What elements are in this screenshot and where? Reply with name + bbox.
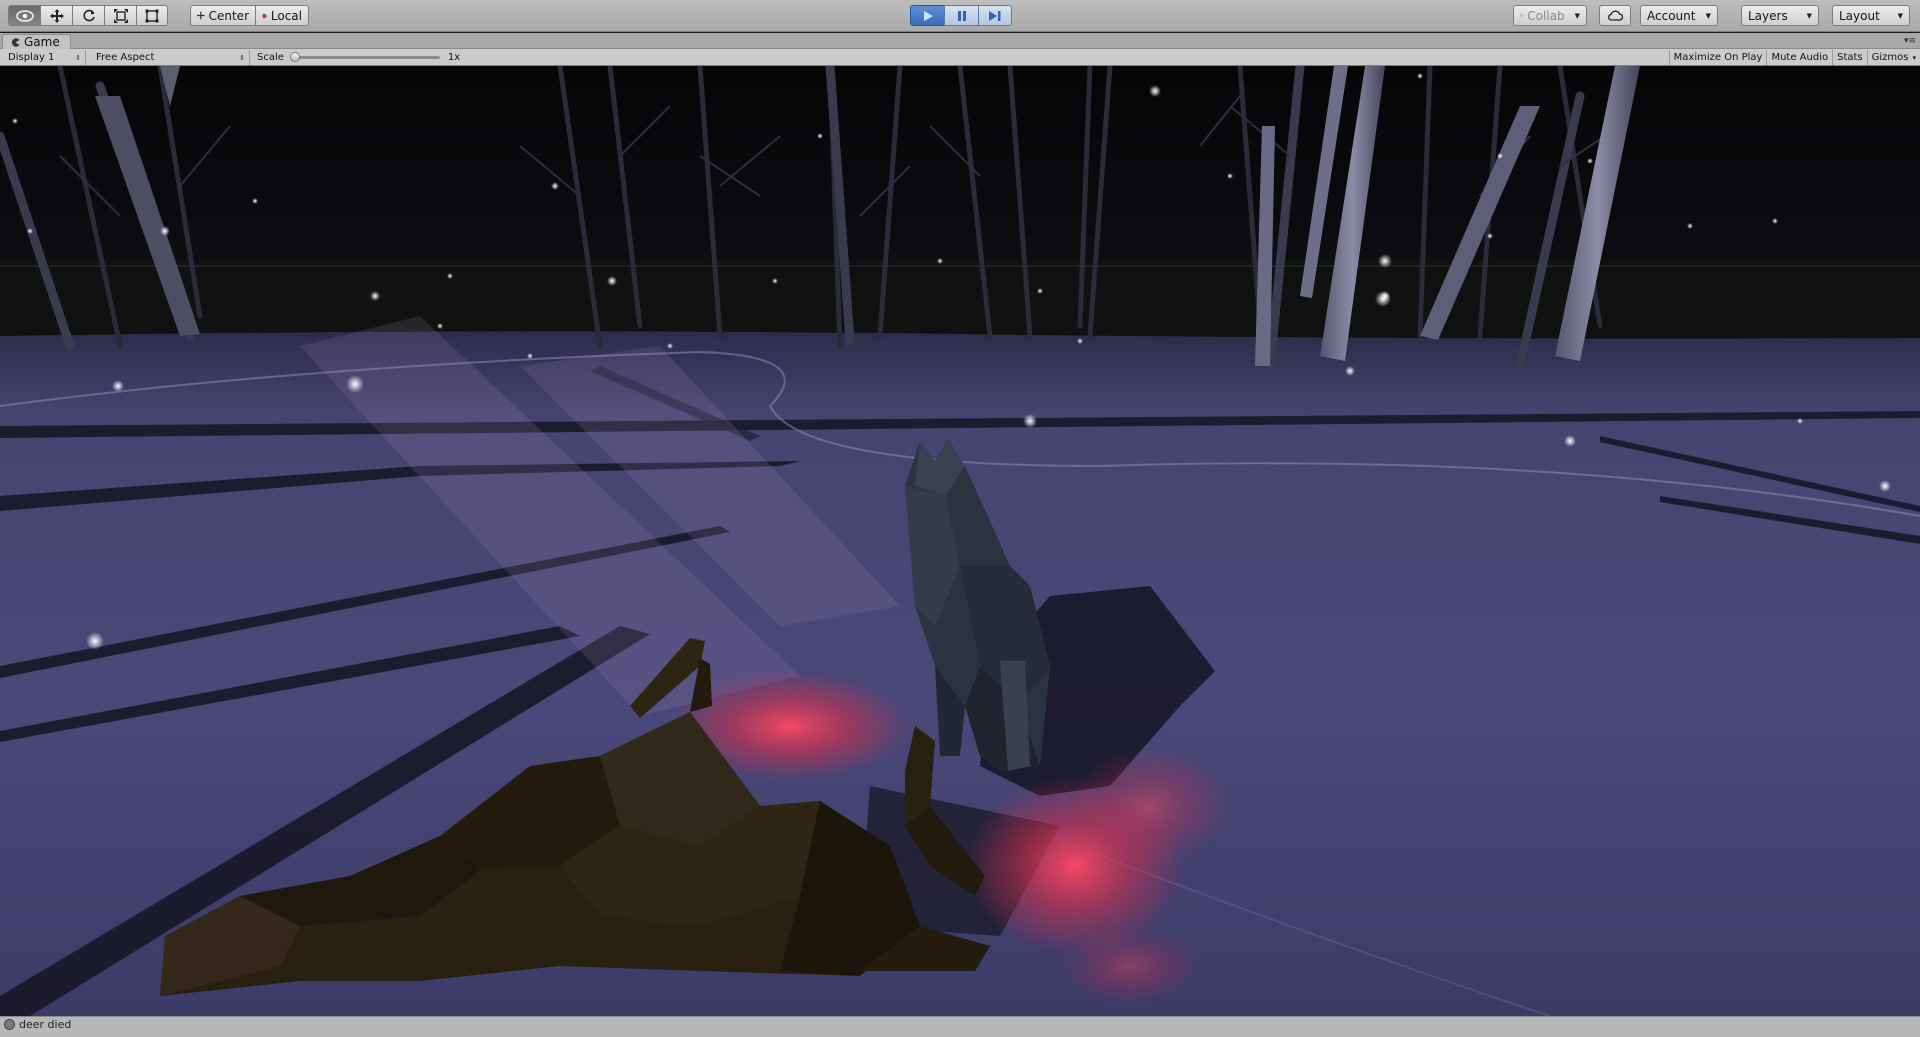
- play-button[interactable]: [910, 5, 944, 26]
- layers-group: Layers ▼: [1741, 5, 1819, 26]
- rect-tool-button[interactable]: [136, 5, 168, 26]
- game-tab-bar: Game ▾≡: [0, 33, 1920, 49]
- layout-group: Layout ▼: [1832, 5, 1910, 26]
- scale-slider[interactable]: [289, 52, 440, 62]
- playback-controls: [910, 5, 1012, 26]
- space-local-label: Local: [270, 8, 302, 23]
- aspect-label: Free Aspect: [96, 52, 155, 63]
- mute-audio-toggle[interactable]: Mute Audio: [1766, 50, 1832, 65]
- chevron-down-icon: ▾: [1912, 53, 1916, 62]
- pause-button[interactable]: [944, 5, 978, 26]
- tab-game[interactable]: Game: [2, 34, 71, 49]
- layout-dropdown[interactable]: Layout ▼: [1832, 5, 1910, 26]
- tab-game-label: Game: [24, 35, 60, 49]
- move-tool-button[interactable]: [40, 5, 72, 26]
- check-circle-icon: [1520, 13, 1524, 18]
- eye-icon: [15, 9, 34, 22]
- scale-tool-button[interactable]: [104, 5, 136, 26]
- cloud-icon: [1608, 10, 1623, 21]
- display-dropdown[interactable]: Display 1 ⇕: [4, 50, 86, 65]
- pivot-toggles: Center Local: [190, 5, 309, 26]
- pause-icon: [957, 10, 966, 21]
- display-label: Display 1: [8, 52, 55, 63]
- status-message: deer died: [19, 1018, 72, 1031]
- move-icon: [49, 8, 64, 23]
- play-icon: [923, 10, 933, 21]
- main-toolbar: Center Local Collab ▼ Account ▼ Layers ▼…: [0, 0, 1920, 32]
- scale-value: 1x: [447, 52, 461, 63]
- cloud-button[interactable]: [1599, 5, 1631, 26]
- layout-label: Layout: [1839, 8, 1880, 23]
- game-view-controls: Display 1 ⇕ Free Aspect ⇕ Scale 1x Maxim…: [0, 49, 1920, 66]
- chevron-down-icon: ▼: [1806, 11, 1812, 20]
- updown-arrow-icon: ⇕: [75, 53, 81, 62]
- cloud-group: [1599, 5, 1631, 26]
- space-local-button[interactable]: Local: [255, 5, 309, 26]
- scale-label: Scale: [257, 52, 284, 63]
- stats-toggle[interactable]: Stats: [1832, 50, 1867, 65]
- view-tool-button[interactable]: [8, 5, 40, 26]
- gizmos-dropdown[interactable]: Gizmos ▾: [1866, 50, 1920, 65]
- transform-tools: [8, 5, 168, 26]
- maximize-on-play-toggle[interactable]: Maximize On Play: [1668, 50, 1767, 65]
- scale-slider-thumb[interactable]: [289, 52, 300, 62]
- rotate-icon: [82, 9, 95, 21]
- layers-dropdown[interactable]: Layers ▼: [1741, 5, 1819, 26]
- scale-icon: [113, 8, 128, 23]
- game-view-toggles: Maximize On Play Mute Audio Stats Gizmos…: [1668, 50, 1920, 65]
- info-icon: [4, 1019, 15, 1030]
- pivot-icon: [197, 11, 205, 20]
- pacman-game-icon: [11, 37, 20, 47]
- gizmos-label: Gizmos: [1871, 52, 1909, 63]
- aspect-dropdown[interactable]: Free Aspect ⇕: [92, 50, 250, 65]
- account-group: Account ▼: [1640, 5, 1718, 26]
- rect-transform-icon: [145, 9, 159, 22]
- local-space-icon: [262, 13, 267, 18]
- step-button[interactable]: [978, 5, 1012, 26]
- pivot-center-label: Center: [208, 8, 249, 23]
- account-dropdown[interactable]: Account ▼: [1640, 5, 1718, 26]
- scale-control: Scale 1x: [257, 50, 460, 65]
- game-scene-render: [0, 66, 1920, 1016]
- collab-label: Collab: [1527, 8, 1565, 23]
- updown-arrow-icon: ⇕: [239, 53, 245, 62]
- layers-label: Layers: [1748, 8, 1788, 23]
- chevron-down-icon: ▼: [1574, 11, 1580, 20]
- chevron-down-icon: ▼: [1705, 11, 1711, 20]
- collab-dropdown[interactable]: Collab ▼: [1513, 5, 1587, 26]
- account-label: Account: [1647, 8, 1696, 23]
- rotate-tool-button[interactable]: [72, 5, 104, 26]
- collab-group: Collab ▼: [1513, 5, 1587, 26]
- chevron-down-icon: ▼: [1897, 11, 1903, 20]
- step-icon: [989, 10, 1001, 21]
- pivot-center-button[interactable]: Center: [190, 5, 255, 26]
- tab-menu-icon[interactable]: ▾≡: [1904, 36, 1916, 46]
- game-viewport[interactable]: [0, 66, 1920, 1016]
- console-status-bar[interactable]: deer died: [0, 1016, 1920, 1037]
